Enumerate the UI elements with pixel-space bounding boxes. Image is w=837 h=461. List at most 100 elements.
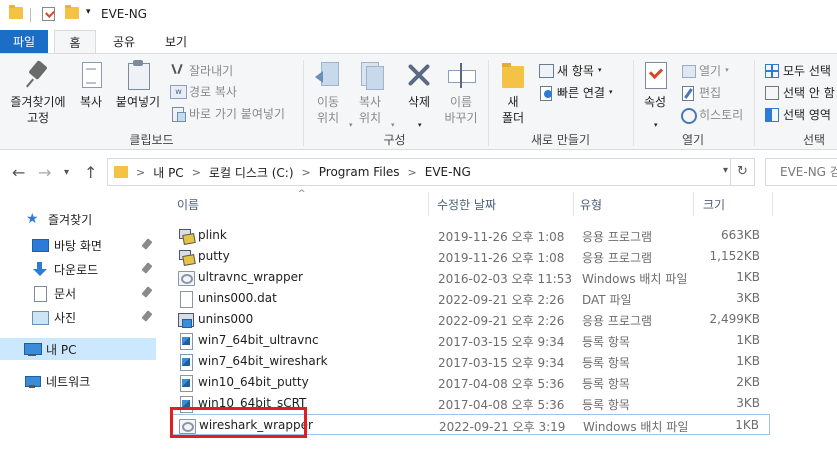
divider[interactable] (693, 192, 694, 216)
back-arrow-icon[interactable]: ← (12, 163, 25, 182)
folder-icon (9, 5, 23, 19)
putty-icon (178, 228, 193, 243)
organize-group-label: 구성 (383, 133, 406, 147)
pin-icon (23, 60, 53, 90)
copy-path-icon (170, 84, 187, 99)
divider[interactable] (772, 192, 773, 216)
breadcrumb-this-pc[interactable]: 내 PC (153, 164, 183, 181)
new-item-icon (538, 63, 554, 78)
new-group-label: 새로 만들기 (530, 133, 590, 147)
search-input[interactable]: EVE-NG 검색 (765, 158, 837, 186)
nav-pictures[interactable]: 사진 (0, 306, 156, 328)
nav-network[interactable]: 네트워크 (0, 370, 156, 392)
registry-icon (178, 333, 193, 350)
select-all-icon (764, 63, 779, 78)
tab-share[interactable]: 공유 (104, 30, 144, 54)
new-folder-icon (498, 60, 528, 90)
paste-button[interactable]: 붙여넣기 (112, 60, 164, 110)
desktop-icon (32, 238, 49, 252)
column-header-modified[interactable]: 수정한 날짜 (437, 196, 496, 213)
refresh-icon[interactable]: ↻ (730, 159, 754, 185)
sort-caret-icon: ^ (298, 189, 306, 199)
nav-desktop[interactable]: 바탕 화면 (0, 234, 156, 256)
new-folder-quick-icon[interactable] (65, 5, 79, 19)
column-header-type[interactable]: 유형 (580, 196, 602, 213)
divider[interactable] (428, 192, 429, 216)
pin-icon (141, 262, 153, 274)
file-row[interactable]: putty 2019-11-26 오후 1:08 응용 프로그램 1,152KB (172, 246, 770, 267)
breadcrumb-separator-icon[interactable]: > (192, 166, 201, 179)
forward-arrow-icon[interactable]: → (38, 163, 51, 182)
dat-file-icon (178, 291, 193, 308)
up-arrow-icon[interactable]: ↑ (84, 163, 97, 182)
paste-shortcut-button[interactable]: 바로 가기 붙여넣기 (170, 103, 285, 123)
address-bar[interactable]: > 내 PC > 로컬 디스크 (C:) > Program Files > E… (107, 158, 755, 186)
star-icon: ★ (26, 211, 39, 227)
file-row[interactable]: win7_64bit_wireshark 2017-03-15 오후 9:34 … (172, 351, 770, 372)
copy-button[interactable]: 복사 (74, 60, 108, 110)
file-row[interactable]: unins000 2022-09-21 오후 2:26 응용 프로그램 2,49… (172, 309, 770, 330)
copy-icon (76, 60, 106, 90)
documents-icon (32, 286, 48, 302)
history-icon (680, 107, 697, 124)
nav-quick-access[interactable]: ★ 즐겨찾기 (0, 208, 156, 230)
properties-icon (640, 60, 670, 90)
pin-icon (141, 238, 153, 250)
breadcrumb-eve-ng[interactable]: EVE-NG (425, 165, 471, 179)
file-row[interactable]: ultravnc_wrapper 2016-02-03 오후 11:53 Win… (172, 267, 770, 288)
breadcrumb-separator-icon[interactable]: > (136, 166, 145, 179)
address-history-chevron-icon[interactable]: ▾ (723, 165, 728, 176)
file-row[interactable]: win10_64bit_putty 2017-04-08 오후 5:36 등록 … (172, 372, 770, 393)
delete-button[interactable]: 삭제 ▾ (402, 60, 436, 129)
breadcrumb-separator-icon[interactable]: > (302, 166, 311, 179)
breadcrumb-program-files[interactable]: Program Files (319, 165, 400, 179)
new-folder-button[interactable]: 새 폴더 (496, 60, 530, 126)
customize-toolbar-chevron-icon[interactable]: ▾ (86, 7, 91, 17)
divider[interactable] (573, 192, 574, 216)
breadcrumb-separator-icon[interactable]: > (408, 166, 417, 179)
history-button[interactable]: 히스토리 (680, 104, 743, 124)
invert-selection-button[interactable]: 선택 영역 (764, 104, 831, 124)
nav-this-pc[interactable]: 내 PC (0, 338, 156, 360)
chevron-down-icon: ▾ (597, 66, 602, 74)
copy-to-button[interactable]: 복사 위치 ▾ (352, 60, 395, 129)
move-to-button[interactable]: 이동 위치 ▾ (310, 60, 353, 129)
tab-file[interactable]: 파일 (0, 30, 48, 54)
divider (30, 8, 31, 22)
properties-quick-icon[interactable] (42, 7, 55, 21)
properties-button[interactable]: 속성 ▾ (640, 60, 670, 129)
copy-path-button[interactable]: 경로 복사 (170, 81, 237, 101)
new-item-button[interactable]: 새 항목 ▾ (538, 60, 601, 80)
pin-quick-access-button[interactable]: 즐겨찾기에 고정 (4, 60, 72, 126)
open-button[interactable]: 열기 ▾ (680, 60, 729, 80)
registry-icon (178, 354, 193, 371)
column-header-name[interactable]: 이름 (177, 196, 199, 213)
ribbon-tabs: 파일 홈 공유 보기 (0, 30, 837, 54)
edit-button[interactable]: 편집 (680, 82, 721, 102)
cut-button[interactable]: 잘라내기 (170, 60, 233, 80)
open-group-label: 열기 (681, 133, 705, 147)
copy-to-icon (355, 60, 385, 90)
window-title: EVE-NG (101, 7, 147, 21)
nav-documents[interactable]: 문서 (0, 282, 156, 304)
easy-access-icon (538, 85, 553, 101)
file-row[interactable]: plink 2019-11-26 오후 1:08 응용 프로그램 663KB (172, 225, 770, 246)
rename-icon (446, 60, 476, 90)
column-header-size[interactable]: 크기 (703, 196, 725, 213)
select-all-button[interactable]: 모두 선택 (764, 60, 831, 80)
registry-icon (178, 375, 193, 392)
paste-shortcut-icon (170, 106, 186, 122)
rename-button[interactable]: 이름 바꾸기 (440, 60, 482, 126)
file-row[interactable]: win7_64bit_ultravnc 2017-03-15 오후 9:34 등… (172, 330, 770, 351)
breadcrumb-local-disk[interactable]: 로컬 디스크 (C:) (209, 164, 294, 181)
file-row[interactable]: unins000.dat 2022-09-21 오후 2:26 DAT 파일 3… (172, 288, 770, 309)
tab-home[interactable]: 홈 (54, 30, 96, 54)
nav-downloads[interactable]: 다운로드 (0, 258, 156, 280)
easy-access-button[interactable]: 빠른 연결 ▾ (538, 82, 613, 102)
select-none-button[interactable]: 선택 안 함 (764, 82, 835, 102)
tab-view[interactable]: 보기 (156, 30, 196, 54)
recent-locations-chevron-icon[interactable]: ▾ (64, 167, 69, 178)
scissors-icon (170, 63, 185, 78)
open-icon (680, 63, 696, 78)
navigation-pane: ★ 즐겨찾기 바탕 화면 다운로드 문서 사진 내 PC 네트워크 (0, 196, 158, 461)
